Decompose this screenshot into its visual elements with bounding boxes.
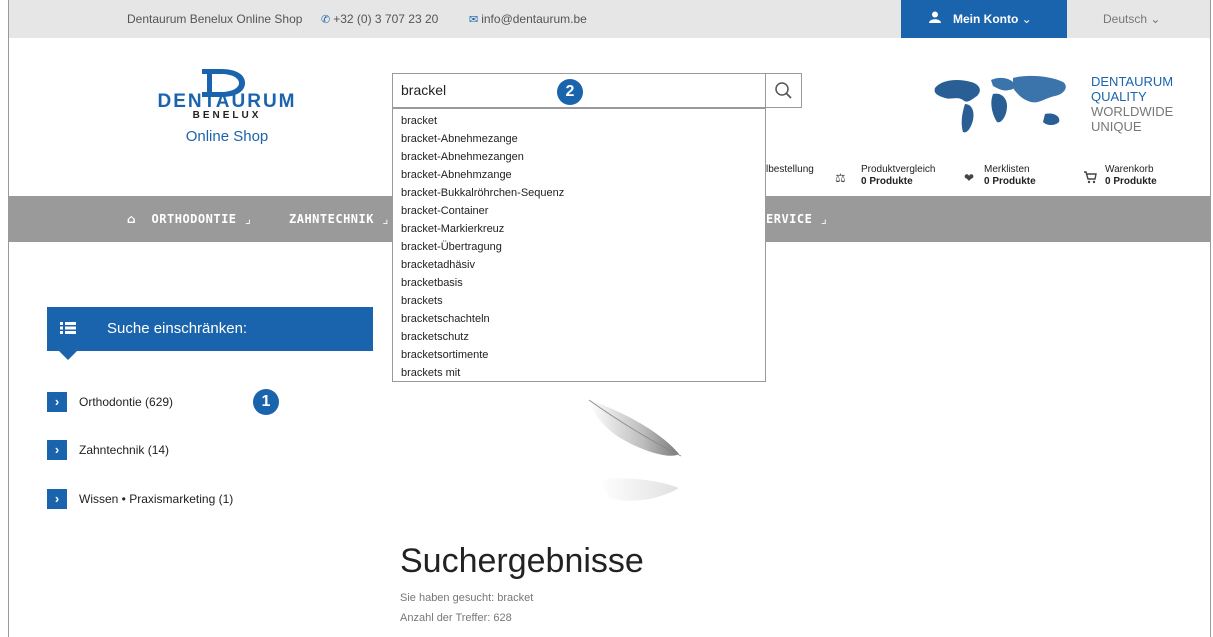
nav-zahntechnik[interactable]: ZAHNTECHNIK ⌟ [289,212,389,226]
nav-service-label: ERVICE [766,212,813,226]
results-searched: Sie haben gesucht: bracket [400,592,534,604]
scale-icon: ⚖ [835,171,846,185]
filter-title: Suche einschränken: [107,320,248,337]
nav-orthodontie-label: ORTHODONTIE [151,212,237,226]
slogan: DENTAURUM QUALITY WORLDWIDE UNIQUE [1091,74,1173,134]
cart-label: Warenkorb [1105,164,1154,175]
suggestion-item[interactable]: bracket [393,112,765,130]
suggestion-item[interactable]: bracket-Bukkalröhrchen-Sequenz [393,184,765,202]
category-label: Orthodontie (629) [79,395,174,409]
nav-orthodontie[interactable]: ⌂ ORTHODONTIE ⌟ [127,212,252,226]
chevron-down-icon: ⌄ [1021,12,1032,26]
logo-subtitle: BENELUX [192,110,262,121]
suggestion-item[interactable]: bracket-Markierkreuz [393,220,765,238]
category-zahntechnik[interactable]: › Zahntechnik (14) [47,440,169,460]
suggestion-item[interactable]: bracketschutz [393,328,765,346]
slogan-line: UNIQUE [1091,119,1142,134]
phone-link[interactable]: ✆ +32 (0) 3 707 23 20 [321,12,438,26]
cart-count: 0 Produkte [1105,176,1157,187]
suggestion-item[interactable]: bracket-Abnehmzange [393,166,765,184]
slogan-line: QUALITY [1091,89,1147,104]
chevron-right-icon: › [47,440,67,460]
results-title: Suchergebnisse [400,542,644,580]
search-value: brackel [401,82,447,98]
language-label: Deutsch [1103,12,1148,26]
slogan-line: WORLDWIDE [1091,104,1174,119]
search-button[interactable] [766,73,802,108]
results-count: Anzahl der Treffer: 628 [400,612,512,624]
filter-pointer [59,351,77,360]
compare-label: Produktvergleich [861,164,936,175]
annotation-badge-1: 1 [253,389,279,415]
compare-link[interactable]: ⚖ Produktvergleich 0 Produkte [835,164,935,188]
suggestion-item[interactable]: bracket-Übertragung [393,238,765,256]
category-label: Zahntechnik (14) [79,443,170,457]
nav-zahntechnik-label: ZAHNTECHNIK [289,212,374,226]
category-wissen[interactable]: › Wissen • Praxismarketing (1) [47,489,233,509]
list-icon [60,321,76,339]
search-icon [775,82,792,99]
chevron-down-icon: ⌄ [1150,12,1161,26]
chevron-right-icon: › [47,489,67,509]
feather-image [588,399,682,501]
language-select[interactable]: Deutsch ⌄ [1103,12,1160,26]
heart-icon: ❤ [964,171,975,185]
wishlist-link[interactable]: ❤ Merklisten 0 Produkte [964,164,1036,188]
top-bar: Dentaurum Benelux Online Shop ✆ +32 (0) 3… [9,0,1210,38]
category-label: Wissen • Praxismarketing (1) [79,492,234,506]
logo-shop: Online Shop [185,128,269,145]
annotation-badge-2: 2 [557,79,583,105]
page-frame: Dentaurum Benelux Online Shop ✆ +32 (0) 3… [8,0,1211,637]
shop-name: Dentaurum Benelux Online Shop [127,12,303,26]
suggestion-item[interactable]: brackets [393,292,765,310]
phone-icon: ✆ [321,14,331,26]
email-address: info@dentaurum.be [481,12,587,26]
nav-service[interactable]: ERVICE ⌟ [766,212,828,226]
filter-header: Suche einschränken: [47,307,373,351]
wishlist-count: 0 Produkte [984,176,1036,187]
account-label: Mein Konto [953,12,1019,26]
phone-number: +32 (0) 3 707 23 20 [333,12,439,26]
search-suggestions: bracket bracket-Abnehmezange bracket-Abneh… [392,108,766,382]
cart-link[interactable]: Warenkorb 0 Produkte [1083,164,1157,188]
email-link[interactable]: ✉ info@dentaurum.be [469,12,587,26]
slogan-line: DENTAURUM [1091,74,1174,89]
quick-order-link[interactable]: lbestellung [766,164,814,176]
home-icon: ⌂ [127,212,137,226]
suggestion-item[interactable]: bracketadhäsiv [393,256,765,274]
wishlist-label: Merklisten [984,164,1030,175]
world-map-image [934,75,1066,133]
suggestion-item[interactable]: bracket-Abnehmezange [393,130,765,148]
account-button[interactable]: Mein Konto ⌄ [901,0,1067,38]
compare-count: 0 Produkte [861,176,913,187]
suggestion-item[interactable]: bracket-Abnehmezangen [393,148,765,166]
cart-icon [1083,170,1097,188]
suggestion-item[interactable]: bracket-Container [393,202,765,220]
quick-order-label: lbestellung [766,164,814,175]
category-orthodontie[interactable]: › Orthodontie (629) [47,392,173,412]
suggestion-item[interactable]: bracketsortimente [393,346,765,364]
suggestion-item[interactable]: bracketbasis [393,274,765,292]
mail-icon: ✉ [469,14,479,26]
suggestion-item[interactable]: brackets mit [393,364,765,382]
chevron-right-icon: › [47,392,67,412]
suggestion-item[interactable]: bracketschachteln [393,310,765,328]
user-icon [929,11,941,26]
